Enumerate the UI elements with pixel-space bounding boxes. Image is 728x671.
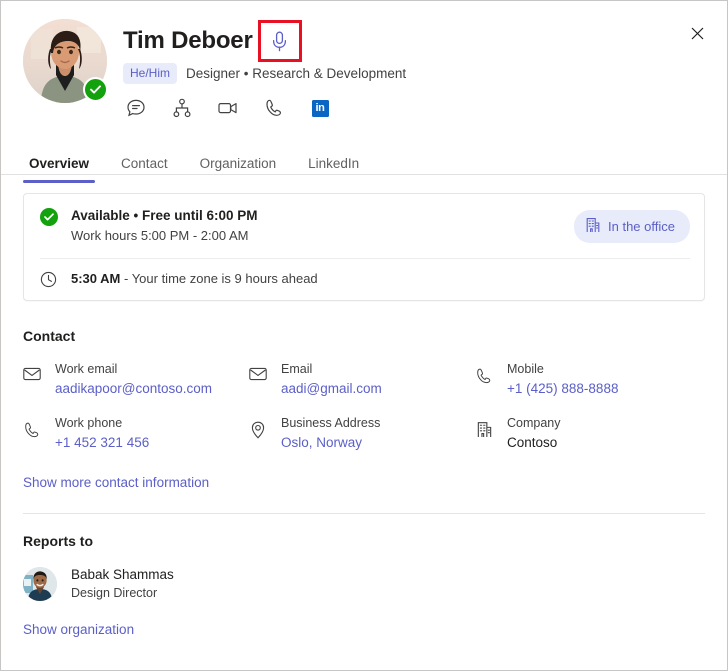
reports-to-title: Reports to — [23, 533, 93, 549]
profile-header: Tim Deboer He/Him Designer • Research & … — [1, 1, 727, 155]
phone-icon — [475, 367, 493, 385]
contact-item-work-phone: Work phone +1 452 321 456 — [23, 414, 249, 452]
name-row: Tim Deboer — [123, 20, 406, 62]
phone-icon — [23, 421, 41, 439]
show-organization-link[interactable]: Show organization — [23, 622, 134, 637]
availability-text: Available • Free until 6:00 PM Work hour… — [71, 207, 574, 245]
manager-name: Babak Shammas — [71, 567, 174, 582]
contact-value-work-email[interactable]: aadikapoor@contoso.com — [55, 379, 212, 398]
contact-label: Business Address — [281, 416, 381, 430]
quick-actions-row: in — [123, 95, 406, 121]
clock-icon — [40, 271, 58, 288]
contact-grid: Work email aadikapoor@contoso.com Email … — [23, 360, 705, 452]
building-icon — [586, 217, 600, 236]
manager-title: Design Director — [71, 586, 158, 600]
contact-label: Mobile — [507, 362, 544, 376]
identity-row: Tim Deboer He/Him Designer • Research & … — [23, 19, 705, 121]
contact-item-email: Email aadi@gmail.com — [249, 360, 475, 398]
section-divider — [23, 513, 705, 514]
contact-label: Work phone — [55, 416, 123, 430]
in-the-office-badge[interactable]: In the office — [574, 209, 690, 243]
contact-item-work-email: Work email aadikapoor@contoso.com — [23, 360, 249, 398]
contact-item-mobile: Mobile +1 (425) 888-8888 — [475, 360, 705, 398]
role-department-text: Designer • Research & Development — [186, 65, 407, 81]
timezone-note: - Your time zone is 9 hours ahead — [120, 271, 318, 286]
contact-value-mobile[interactable]: +1 (425) 888-8888 — [507, 379, 618, 398]
contact-label: Email — [281, 362, 313, 376]
avatar[interactable] — [23, 19, 108, 103]
contact-item-business-address: Business Address Oslo, Norway — [249, 414, 475, 452]
work-hours-text: Work hours 5:00 PM - 2:00 AM — [71, 228, 249, 243]
availability-row: Available • Free until 6:00 PM Work hour… — [24, 194, 704, 258]
available-icon — [40, 208, 58, 226]
manager-list-item[interactable]: Babak Shammas Design Director — [23, 566, 705, 602]
linkedin-icon[interactable]: in — [307, 95, 333, 121]
building-icon — [475, 421, 493, 438]
tab-organization[interactable]: Organization — [194, 155, 283, 182]
mail-icon — [23, 367, 41, 381]
tab-overview[interactable]: Overview — [23, 155, 96, 183]
local-time-value: 5:30 AM — [71, 271, 121, 286]
linkedin-badge-label: in — [311, 99, 329, 117]
contact-label: Company — [507, 416, 561, 430]
local-time-text: 5:30 AM - Your time zone is 9 hours ahea… — [71, 270, 318, 288]
contact-value-work-phone[interactable]: +1 452 321 456 — [55, 433, 149, 452]
microphone-icon[interactable] — [265, 26, 295, 56]
audio-call-icon[interactable] — [261, 95, 287, 121]
show-more-contact-information-link[interactable]: Show more contact information — [23, 475, 209, 490]
contact-value-company: Contoso — [507, 435, 558, 450]
video-call-icon[interactable] — [215, 95, 241, 121]
availability-title: Available • Free until 6:00 PM — [71, 208, 258, 223]
mail-icon — [249, 367, 267, 381]
local-time-row: 5:30 AM - Your time zone is 9 hours ahea… — [24, 259, 704, 300]
presence-available-badge — [83, 77, 108, 102]
close-icon[interactable] — [681, 17, 713, 49]
contact-value-email[interactable]: aadi@gmail.com — [281, 379, 382, 398]
manager-avatar — [23, 567, 57, 601]
contact-value-business-address[interactable]: Oslo, Norway — [281, 433, 380, 452]
reports-to-section: Reports to Babak Shammas Design Director… — [1, 533, 727, 639]
tab-contact[interactable]: Contact — [115, 155, 174, 182]
subtitle-row: He/Him Designer • Research & Development — [123, 62, 407, 84]
page-title: Tim Deboer — [123, 27, 253, 54]
contact-card-window: Tim Deboer He/Him Designer • Research & … — [0, 0, 728, 671]
in-the-office-label: In the office — [608, 218, 675, 234]
identity-text: Tim Deboer He/Him Designer • Research & … — [123, 19, 406, 121]
status-card: Available • Free until 6:00 PM Work hour… — [23, 193, 705, 301]
microphone-highlight-box — [257, 20, 302, 62]
contact-label: Work email — [55, 362, 118, 376]
tab-bar: Overview Contact Organization LinkedIn — [1, 155, 727, 183]
contact-item-company: Company Contoso — [475, 414, 705, 452]
chat-icon[interactable] — [123, 95, 149, 121]
pronouns-badge: He/Him — [123, 62, 178, 84]
overview-panel: Available • Free until 6:00 PM Work hour… — [1, 175, 727, 514]
location-icon — [249, 421, 267, 439]
tab-linkedin[interactable]: LinkedIn — [302, 155, 365, 182]
org-chart-icon[interactable] — [169, 95, 195, 121]
contact-section-title: Contact — [23, 328, 76, 344]
